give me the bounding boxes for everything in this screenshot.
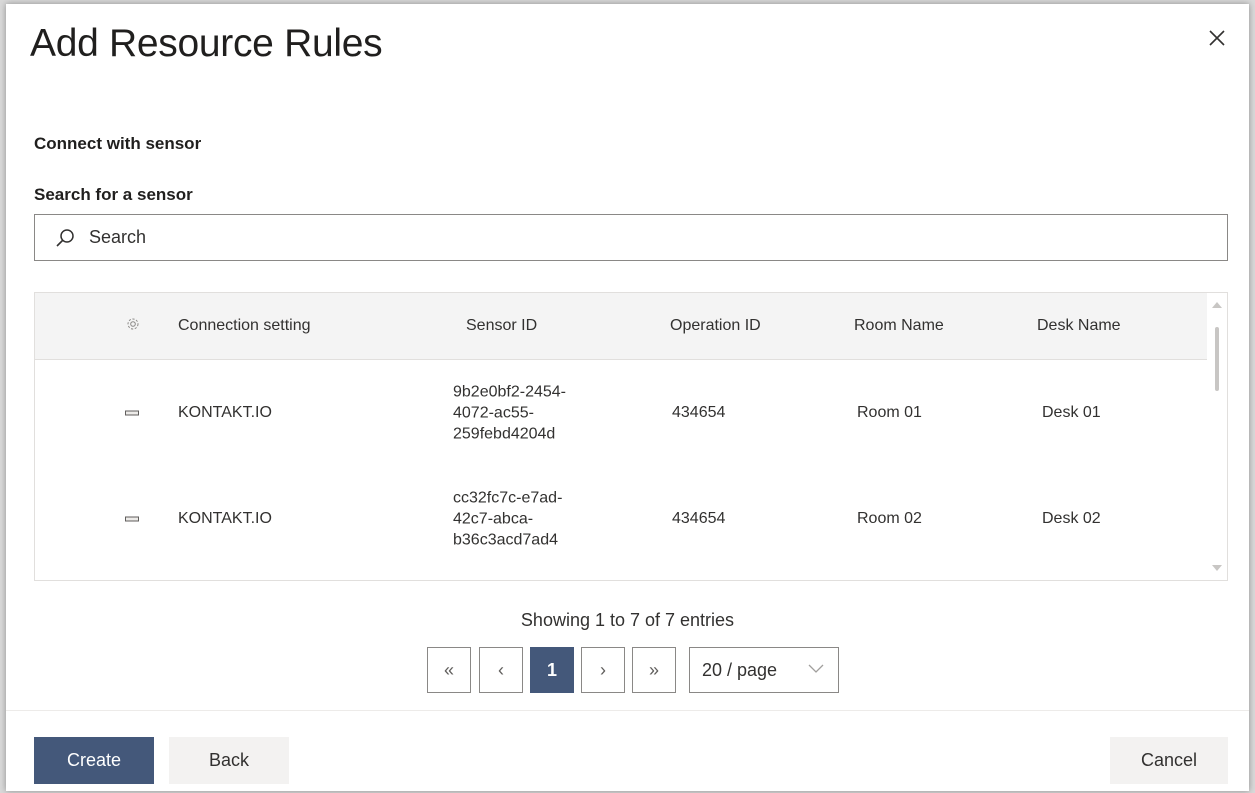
back-button[interactable]: Back (169, 737, 289, 784)
sensor-id-line: b36c3acd7ad4 (453, 531, 558, 549)
page-size-select[interactable]: 20 / page (689, 647, 839, 693)
section-title: Connect with sensor (34, 134, 202, 153)
search-input[interactable] (89, 215, 1209, 260)
search-icon (56, 229, 74, 247)
column-sensor-id[interactable]: Sensor ID (466, 317, 537, 335)
sensor-icon (125, 516, 139, 522)
add-resource-rules-dialog: Add Resource Rules Connect with sensor S… (6, 4, 1249, 791)
dialog-title: Add Resource Rules (30, 22, 383, 65)
column-operation-id[interactable]: Operation ID (670, 317, 761, 335)
sensor-id-line: 9b2e0bf2-2454- (453, 383, 566, 401)
cell-connection-setting: KONTAKT.IO (178, 404, 272, 421)
scroll-down-icon[interactable] (1211, 564, 1223, 572)
column-room-name[interactable]: Room Name (854, 317, 944, 335)
gear-icon[interactable] (125, 316, 141, 332)
close-icon (1209, 30, 1225, 46)
next-page-button[interactable]: › (581, 647, 625, 693)
cell-room-name: Room 01 (857, 404, 922, 421)
cell-desk-name: Desk 01 (1042, 404, 1101, 421)
sensor-table: Connection setting Sensor ID Operation I… (34, 292, 1228, 581)
search-label: Search for a sensor (34, 185, 193, 204)
cell-connection-setting: KONTAKT.IO (178, 510, 272, 527)
cell-room-name: Room 02 (857, 510, 922, 527)
sensor-icon (125, 410, 139, 416)
chevron-down-icon (808, 664, 824, 673)
chevron-right-icon: › (600, 659, 606, 680)
footer-divider (6, 710, 1249, 711)
first-page-button[interactable]: « (427, 647, 471, 693)
sensor-id-line: cc32fc7c-e7ad- (453, 489, 563, 507)
cell-desk-name: Desk 02 (1042, 510, 1101, 527)
create-button[interactable]: Create (34, 737, 154, 784)
search-box[interactable] (34, 214, 1228, 261)
column-connection-setting[interactable]: Connection setting (178, 317, 311, 335)
double-chevron-left-icon: « (443, 659, 454, 680)
pagination-summary: Showing 1 to 7 of 7 entries (520, 610, 735, 630)
cancel-button[interactable]: Cancel (1110, 737, 1228, 784)
cell-sensor-id: 9b2e0bf2-2454- 4072-ac55- 259febd4204d (453, 382, 566, 445)
column-desk-name[interactable]: Desk Name (1037, 317, 1121, 335)
page-button-current[interactable]: 1 (530, 647, 574, 693)
cell-operation-id: 434654 (672, 510, 726, 527)
last-page-button[interactable]: » (632, 647, 676, 693)
cell-sensor-id: cc32fc7c-e7ad- 42c7-abca- b36c3acd7ad4 (453, 488, 562, 551)
table-row[interactable]: KONTAKT.IO 9b2e0bf2-2454- 4072-ac55- 259… (35, 360, 1207, 466)
chevron-left-icon: ‹ (498, 659, 504, 680)
cell-operation-id: 434654 (672, 404, 726, 421)
table-row[interactable]: KONTAKT.IO cc32fc7c-e7ad- 42c7-abca- b36… (35, 466, 1207, 572)
sensor-id-line: 42c7-abca- (453, 510, 534, 528)
scroll-up-icon[interactable] (1211, 301, 1223, 309)
table-header: Connection setting Sensor ID Operation I… (35, 293, 1207, 360)
double-chevron-right-icon: » (648, 659, 659, 680)
previous-page-button[interactable]: ‹ (479, 647, 523, 693)
close-button[interactable] (1203, 24, 1231, 52)
sensor-id-line: 4072-ac55- (453, 404, 534, 422)
sensor-id-line: 259febd4204d (453, 425, 556, 443)
table-scrollbar[interactable] (1207, 293, 1227, 580)
scrollbar-thumb[interactable] (1215, 327, 1219, 391)
page-size-value: 20 / page (702, 660, 778, 680)
